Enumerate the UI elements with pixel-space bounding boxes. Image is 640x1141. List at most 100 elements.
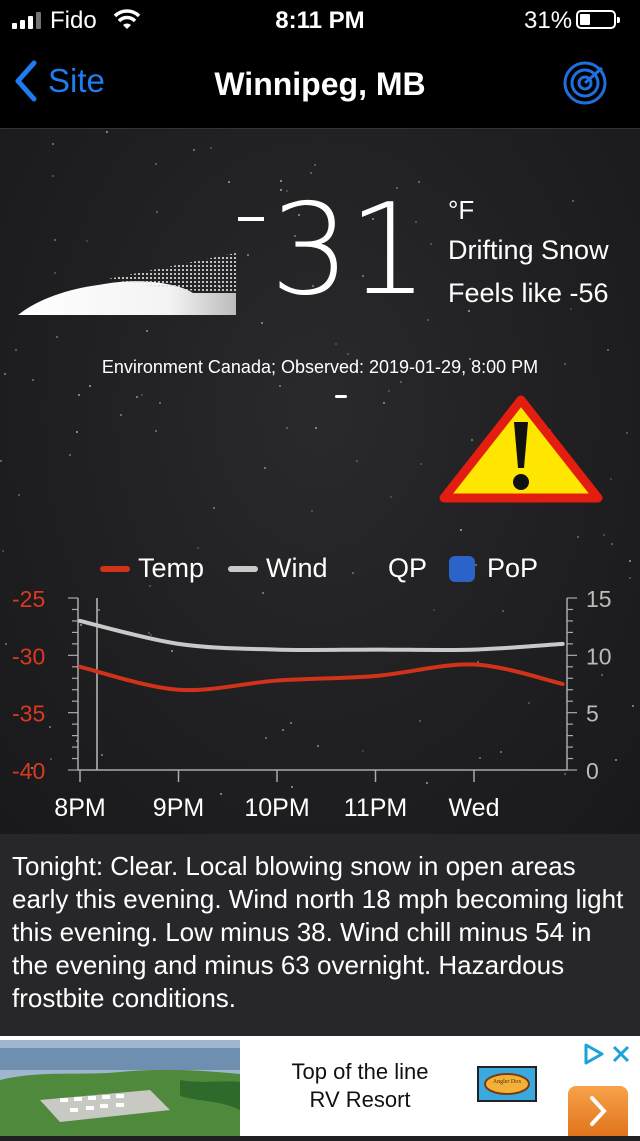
- star: [141, 394, 143, 396]
- x-axis-label: 11PM: [344, 794, 407, 822]
- star: [15, 349, 17, 351]
- star: [0, 460, 2, 462]
- divider: [335, 395, 347, 398]
- star: [603, 534, 605, 536]
- left-axis-label: -30: [12, 643, 45, 669]
- battery-percent: 31%: [524, 7, 573, 34]
- star: [155, 430, 157, 432]
- right-axis-label: 0: [586, 758, 599, 784]
- ad-banner[interactable]: Top of the line RV Resort Angler Dox: [0, 1036, 640, 1136]
- legend-temp-label: Temp: [138, 553, 205, 583]
- current-temperature: 31: [238, 187, 428, 313]
- star: [314, 164, 316, 166]
- star: [52, 143, 54, 145]
- status-bar: Fido 8:11 PM 31%: [0, 0, 640, 40]
- star: [286, 427, 288, 429]
- temperature-unit: °F: [448, 195, 475, 225]
- drifting-snow-icon: [18, 253, 236, 315]
- star: [388, 390, 390, 392]
- star: [228, 181, 230, 183]
- star: [106, 131, 108, 133]
- warning-icon[interactable]: [438, 394, 604, 506]
- star: [89, 385, 91, 387]
- star: [468, 310, 470, 312]
- page-title: Winnipeg, MB: [214, 66, 426, 102]
- right-axis-label: 15: [586, 586, 612, 612]
- star: [56, 336, 58, 338]
- ad-logo-text: Angler Dox: [493, 1079, 522, 1085]
- weather-condition: Drifting Snow: [448, 235, 609, 265]
- legend-pop-label: PoP: [487, 553, 539, 583]
- star: [577, 536, 579, 538]
- ad-open-button[interactable]: [568, 1086, 628, 1136]
- star: [607, 349, 609, 351]
- x-axis-label: Wed: [449, 794, 500, 822]
- star: [335, 343, 337, 345]
- star: [572, 200, 574, 202]
- star: [76, 431, 78, 433]
- feels-like: Feels like -56: [448, 278, 609, 308]
- star: [427, 319, 429, 321]
- legend-qp-label: QP: [388, 553, 428, 583]
- star: [315, 427, 317, 429]
- ad-image: [0, 1040, 240, 1136]
- temperature-value: 31: [270, 176, 428, 323]
- forecast-text: Tonight: Clear. Local blowing snow in op…: [0, 834, 640, 1036]
- x-axis-label: 8PM: [54, 794, 105, 822]
- star: [146, 330, 148, 332]
- x-axis-label: 10PM: [244, 794, 309, 822]
- legend-qp: QP: [388, 553, 427, 584]
- star: [86, 240, 88, 242]
- star: [159, 402, 161, 404]
- x-axis-label: 9PM: [153, 794, 204, 822]
- star: [311, 510, 313, 512]
- star: [400, 381, 402, 383]
- star: [390, 496, 392, 498]
- star: [626, 432, 628, 434]
- ad-line-1: Top of the line: [291, 1059, 429, 1084]
- star: [193, 149, 195, 151]
- star: [347, 353, 349, 355]
- navigation-bar: Site Winnipeg, MB: [0, 40, 640, 129]
- ad-logo: Angler Dox: [477, 1066, 537, 1102]
- star: [610, 478, 612, 480]
- star: [279, 385, 281, 387]
- ad-line-2: RV Resort: [309, 1087, 411, 1112]
- star: [611, 543, 613, 545]
- observation-source: Environment Canada; Observed: 2019-01-29…: [101, 357, 539, 377]
- star: [356, 460, 358, 462]
- left-axis-label: -25: [12, 586, 45, 612]
- right-axis-label: 10: [586, 643, 612, 669]
- star: [197, 547, 199, 549]
- star: [383, 402, 385, 404]
- left-axis-label: -35: [12, 701, 45, 727]
- ad-text: Top of the line RV Resort: [250, 1058, 470, 1114]
- legend-pop: PoP: [449, 553, 538, 584]
- star: [78, 394, 80, 396]
- star: [156, 211, 158, 213]
- left-axis-label: -40: [12, 758, 45, 784]
- star: [32, 379, 34, 381]
- star: [54, 239, 56, 241]
- star: [155, 163, 157, 165]
- legend-wind: Wind: [228, 553, 328, 584]
- legend-temp: Temp: [100, 553, 204, 584]
- star: [18, 494, 20, 496]
- star: [430, 243, 432, 245]
- current-conditions-panel: 31 °F Drifting Snow Feels like -56 Envir…: [0, 129, 640, 834]
- hourly-chart: -25 -30 -35 -40 15 10 5 0 8PM 9PM 10PM 11PM Wed: [12, 586, 612, 822]
- star: [210, 147, 212, 149]
- adchoices-icon[interactable]: [582, 1042, 634, 1066]
- star: [52, 175, 54, 177]
- star: [213, 507, 215, 509]
- star: [460, 529, 462, 531]
- star: [420, 463, 422, 465]
- legend-wind-label: Wind: [266, 553, 328, 583]
- star: [264, 467, 266, 469]
- minus-sign: [238, 217, 264, 221]
- star: [136, 396, 138, 398]
- radar-icon[interactable]: [562, 60, 608, 106]
- star: [310, 172, 312, 174]
- series-line-temp: [78, 662, 565, 693]
- battery-icon: [576, 10, 620, 29]
